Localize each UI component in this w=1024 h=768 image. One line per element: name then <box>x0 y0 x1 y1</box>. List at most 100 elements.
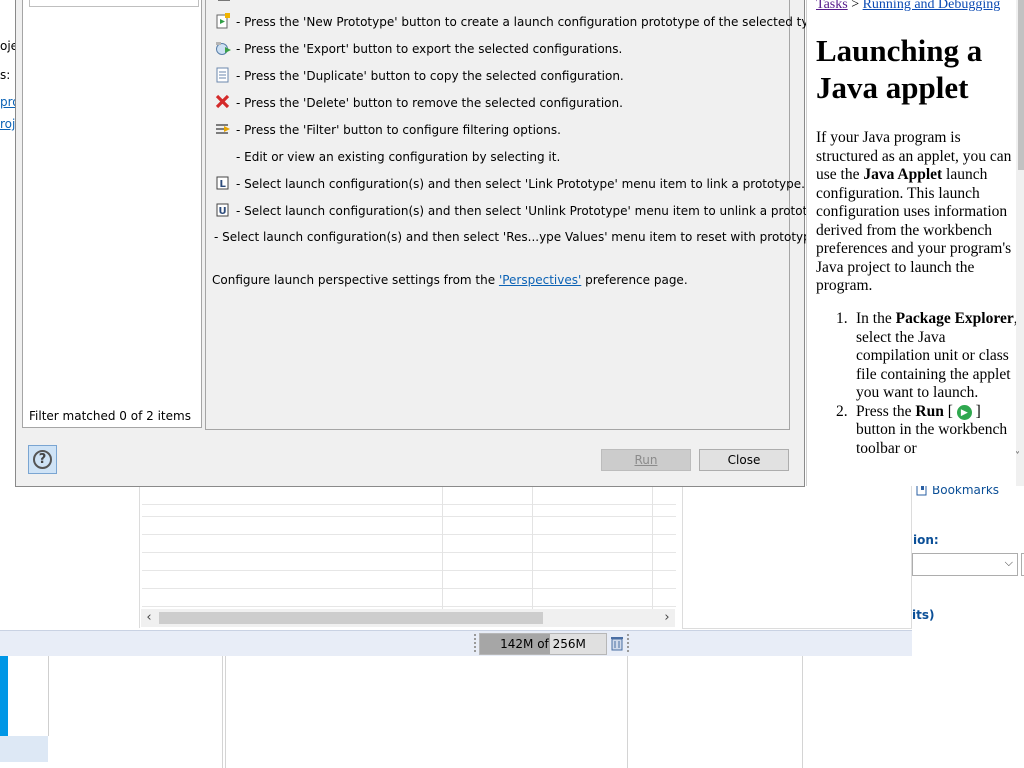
step-emphasis: Run <box>915 402 944 420</box>
chevron-down-icon: ⌵ <box>1004 556 1013 569</box>
perspectives-link[interactable]: 'Perspectives' <box>499 273 581 287</box>
status-separator <box>474 634 478 652</box>
help-row-text: - Select launch configuration(s) and the… <box>236 204 834 218</box>
intro-text: launch configuration. This launch config… <box>816 166 1012 294</box>
table-row[interactable] <box>142 534 676 553</box>
help-row: - Press the 'Duplicate' button to copy t… <box>214 67 624 85</box>
filter-input[interactable] <box>29 0 199 7</box>
step-number: 2. <box>836 402 848 420</box>
step-text: Press the <box>856 402 916 420</box>
help-row-text: - Press the 'Duplicate' button to copy t… <box>236 69 624 83</box>
close-button[interactable]: Close <box>699 449 789 471</box>
help-icon: ? <box>33 450 52 469</box>
status-bar <box>0 630 912 657</box>
duplicate-icon <box>216 67 229 83</box>
column-divider <box>652 486 653 610</box>
background-fragment: s: <box>0 68 11 82</box>
perspectives-suffix: preference page. <box>581 273 688 287</box>
heap-status[interactable]: 142M of 256M <box>479 633 607 655</box>
step-text: In the <box>856 310 896 327</box>
new-configuration-icon <box>218 0 230 1</box>
help-row: L - Select launch configuration(s) and t… <box>214 175 805 193</box>
background-tab[interactable] <box>8 656 49 736</box>
step-text: [ <box>943 402 957 420</box>
run-button-label: Run <box>634 453 658 467</box>
svg-text:U: U <box>219 206 227 217</box>
table-row[interactable] <box>142 516 676 535</box>
help-row-text: - Press the 'Filter' button to configure… <box>236 123 561 137</box>
background-table[interactable] <box>139 486 678 628</box>
help-row-text: - Select launch configuration(s) and the… <box>214 230 865 244</box>
export-icon <box>216 42 231 55</box>
launch-help-pane: - Press the 'New Prototype' button to cr… <box>205 0 865 430</box>
help-row: - Edit or view an existing configuration… <box>236 148 560 166</box>
heap-status-text: 142M of 256M <box>500 637 586 651</box>
help-row-text: - Press the 'Export' button to export th… <box>236 42 623 56</box>
option-label: ion: <box>913 533 939 547</box>
breadcrumb-separator: > <box>847 0 863 12</box>
table-row[interactable] <box>142 588 676 607</box>
background-preview-pane <box>682 486 912 629</box>
list-item: 1. In the Package Explorer, select the J… <box>816 310 1021 403</box>
breadcrumb-tasks-link[interactable]: Tasks <box>816 0 848 12</box>
pane-divider <box>225 656 226 768</box>
background-bottom-panes <box>0 656 1024 768</box>
table-row[interactable] <box>142 570 676 589</box>
table-row[interactable] <box>142 552 676 571</box>
column-divider <box>442 486 443 610</box>
scrollbar-thumb[interactable] <box>1018 0 1024 170</box>
clipped-help-row <box>216 0 776 2</box>
breadcrumb: Tasks > Running and Debugging <box>816 0 1000 13</box>
unlink-prototype-icon: U <box>216 203 229 217</box>
intro-emphasis: Java Applet <box>863 166 943 183</box>
svg-text:L: L <box>220 179 227 190</box>
background-tab-highlight[interactable] <box>0 736 48 762</box>
help-row: - Press the 'New Prototype' button to cr… <box>214 13 827 31</box>
help-row: - Select launch configuration(s) and the… <box>214 228 865 246</box>
option-select[interactable]: ⌵ <box>912 553 1018 576</box>
run-configurations-dialog: Filter matched 0 of 2 items - Press the … <box>15 0 865 487</box>
page-title: Launching a Java applet <box>816 33 983 105</box>
selection-highlight <box>0 656 8 736</box>
new-prototype-icon <box>216 13 230 29</box>
scroll-left-icon[interactable]: ‹ <box>141 609 157 627</box>
help-row: U - Select launch configuration(s) and t… <box>214 202 833 220</box>
steps-list: 1. In the Package Explorer, select the J… <box>816 310 1021 458</box>
step-emphasis: Package Explorer <box>895 310 1014 327</box>
help-button[interactable]: ? <box>28 445 57 474</box>
run-button[interactable]: Run <box>601 449 691 471</box>
help-content-window: Tasks > Running and Debugging Launching … <box>806 0 1024 486</box>
help-row: - Press the 'Export' button to export th… <box>214 40 622 58</box>
close-button-label: Close <box>727 453 761 467</box>
filter-icon <box>216 124 230 134</box>
scroll-down-icon[interactable]: ˅ <box>1015 451 1020 462</box>
pane-divider <box>222 656 223 768</box>
column-divider <box>532 486 533 610</box>
garbage-collect-icon[interactable] <box>609 635 625 651</box>
delete-icon <box>215 94 230 109</box>
units-label: its) <box>912 608 935 622</box>
help-row-text: - Press the 'New Prototype' button to cr… <box>236 15 828 29</box>
perspectives-note: Configure launch perspective settings fr… <box>212 273 688 287</box>
help-row: - Press the 'Filter' button to configure… <box>214 121 561 139</box>
intro-paragraph: If your Java program is structured as an… <box>816 129 1016 296</box>
table-row[interactable] <box>142 498 676 517</box>
help-row: - Press the 'Delete' button to remove th… <box>214 94 623 112</box>
breadcrumb-running-link[interactable]: Running and Debugging <box>863 0 1001 12</box>
help-row-text: - Select launch configuration(s) and the… <box>236 177 805 191</box>
scrollbar-thumb[interactable] <box>159 612 543 624</box>
scroll-right-icon[interactable]: › <box>659 609 675 627</box>
run-icon: ▶ <box>956 404 972 420</box>
configuration-tree[interactable]: Filter matched 0 of 2 items <box>22 0 202 428</box>
pane-divider <box>802 656 803 768</box>
step-number: 1. <box>836 310 848 327</box>
filter-status-text: Filter matched 0 of 2 items <box>29 409 191 423</box>
horizontal-scrollbar[interactable]: ‹ › <box>141 609 675 627</box>
perspectives-prefix: Configure launch perspective settings fr… <box>212 273 499 287</box>
link-prototype-icon: L <box>216 176 229 190</box>
pane-divider <box>627 656 628 768</box>
help-row-text: - Press the 'Delete' button to remove th… <box>236 96 623 110</box>
help-row-text: - Edit or view an existing configuration… <box>236 150 561 164</box>
status-separator <box>627 634 631 652</box>
list-item: 2. Press the Run [ ▶ ] button in the wor… <box>816 403 1021 459</box>
